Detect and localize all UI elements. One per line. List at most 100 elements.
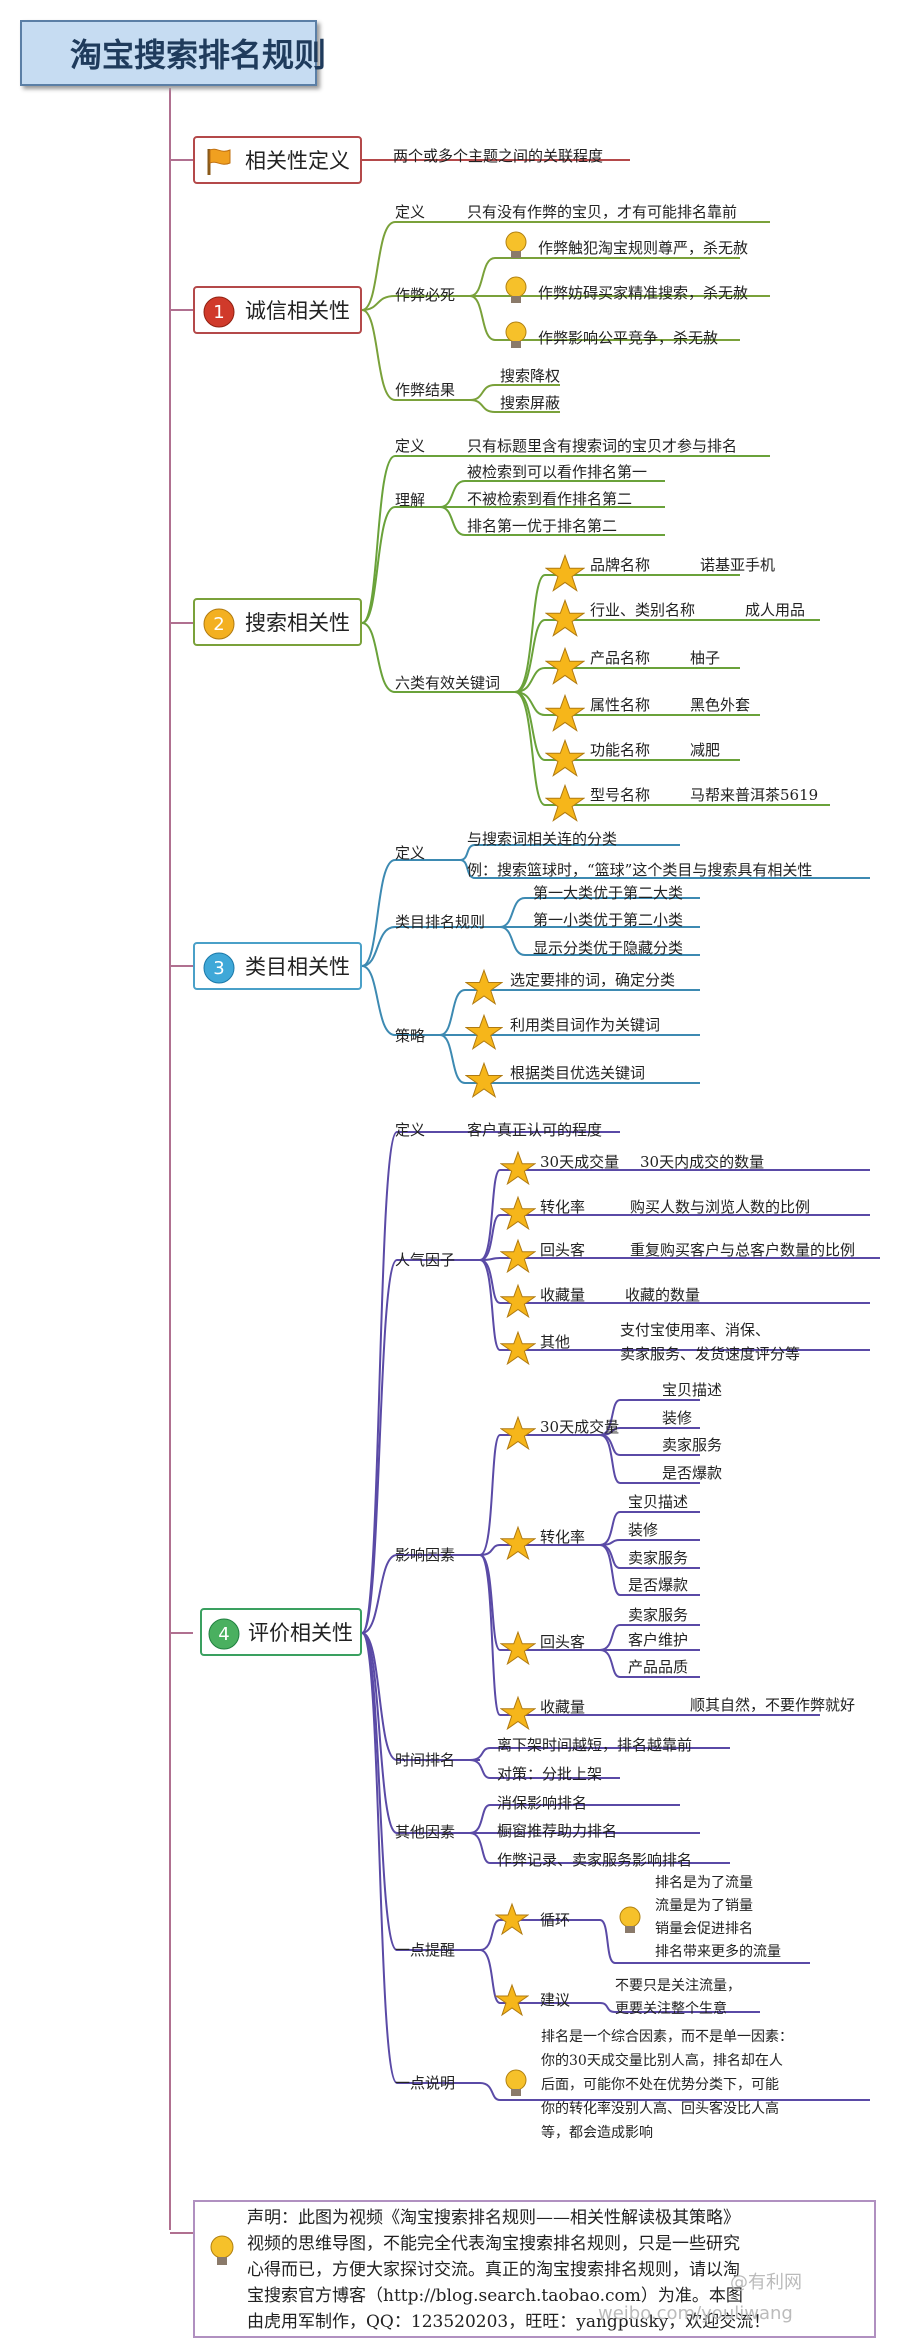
b3-strategy-item: 根据类目优选关键词 <box>510 1064 646 1082</box>
b4-other-key: 其他因素 <box>395 1823 456 1841</box>
branch-evaluation-relevance: 4 评价相关性 <box>200 1608 362 1656</box>
b1-def-key: 定义 <box>395 203 426 221</box>
b1-result-key: 作弊结果 <box>395 381 456 399</box>
branch-search-relevance: 2 搜索相关性 <box>193 598 362 646</box>
b4-influence-item: 是否爆款 <box>662 1464 723 1482</box>
b4-influence-factor: 30天成交量 <box>540 1418 620 1436</box>
b4-time-1: 对策：分批上架 <box>497 1765 603 1783</box>
star-icon <box>500 1150 536 1186</box>
b4-influence-item: 产品品质 <box>628 1658 689 1676</box>
b3-strategy-item: 利用类目词作为关键词 <box>510 1016 661 1034</box>
watermark-url: weibo.com/youliwang <box>598 2303 793 2324</box>
star-icon <box>465 1061 503 1099</box>
disclaimer-line: 心得而已，方便大家探讨交流。真正的淘宝搜索排名规则，请以淘 <box>247 2260 740 2280</box>
b4-popularity-desc: 重复购买客户与总客户数量的比例 <box>630 1241 856 1259</box>
b4-cycle-2: 销量会促进排名 <box>655 1921 753 1937</box>
b4-pop-key: 人气因子 <box>395 1251 456 1269</box>
b1-cheat-key: 作弊必死 <box>395 286 456 304</box>
branch-category-relevance: 3 类目相关性 <box>193 942 362 990</box>
lightbulb-icon <box>210 2235 234 2265</box>
b4-influence-item: 卖家服务 <box>662 1436 723 1454</box>
b2-def-value: 只有标题里含有搜索词的宝贝才参与排名 <box>467 437 738 455</box>
b4-explain-0: 排名是一个综合因素，而不是单一因素： <box>541 2029 793 2045</box>
star-icon <box>495 1983 529 2017</box>
b4-influence-factor: 收藏量 <box>540 1698 586 1716</box>
b2-und-1: 不被检索到看作排名第二 <box>467 490 633 508</box>
star-icon <box>495 1902 529 1936</box>
star-icon <box>545 553 585 592</box>
lightbulb-icon <box>505 321 527 348</box>
b4-advice-1: 更要关注整个生意 <box>615 2001 727 2017</box>
b4-other-2: 作弊记录、卖家服务影响排名 <box>497 1851 693 1869</box>
star-icon <box>500 1195 536 1231</box>
disclaimer-line: 视频的思维导图，不能完全代表淘宝搜索排名规则，只是一些研究 <box>247 2234 740 2254</box>
b2-keyword-example: 减肥 <box>690 741 721 759</box>
svg-text:3: 3 <box>213 958 224 979</box>
star-icon <box>545 738 585 777</box>
b4-cycle-0: 排名是为了流量 <box>655 1875 753 1891</box>
b2-kw-key: 六类有效关键词 <box>395 674 501 692</box>
b2-keyword-type: 属性名称 <box>590 696 651 714</box>
b4-popularity-factor: 收藏量 <box>540 1286 586 1304</box>
disclaimer-line: 声明：此图为视频《淘宝搜索排名规则——相关性解读极其策略》 <box>247 2208 740 2228</box>
number-two-icon: 2 <box>203 608 235 640</box>
star-icon <box>500 1525 536 1561</box>
lightbulb-icon <box>505 276 527 303</box>
b2-keyword-example: 黑色外套 <box>690 696 751 714</box>
branch-label: 诚信相关性 <box>245 299 350 323</box>
b3-rank-1: 第一小类优于第二小类 <box>533 911 684 929</box>
b4-popularity-factor: 30天成交量 <box>540 1153 620 1171</box>
b4-other-0: 消保影响排名 <box>497 1794 588 1812</box>
b4-inf-key: 影响因素 <box>395 1546 456 1564</box>
b4-explain-4: 等，都会造成影响 <box>541 2125 653 2141</box>
b2-keyword-type: 品牌名称 <box>590 556 651 574</box>
b4-popularity-factor: 转化率 <box>540 1198 586 1216</box>
b1-cheat-2: 作弊影响公平竞争，杀无赦 <box>538 329 719 347</box>
b4-def-value: 客户真正认可的程度 <box>467 1121 603 1139</box>
b4-explain-1: 你的30天成交量比别人高，排名却在人 <box>541 2053 783 2069</box>
star-icon <box>500 1695 536 1731</box>
branch-label: 类目相关性 <box>245 955 350 979</box>
star-icon <box>545 646 585 685</box>
b3-rank-key: 类目排名规则 <box>395 913 486 931</box>
number-three-icon: 3 <box>203 952 235 984</box>
b4-tip-key: 一点提醒 <box>395 1941 456 1959</box>
b3-def-key: 定义 <box>395 844 426 862</box>
b2-keyword-type: 型号名称 <box>590 786 651 804</box>
lightbulb-icon <box>619 1906 641 1933</box>
star-icon <box>500 1630 536 1666</box>
b4-advice-0: 不要只是关注流量， <box>615 1978 741 1994</box>
watermark-handle: @有利网 <box>730 2272 802 2293</box>
page-title: 淘宝搜索排名规则 <box>70 36 327 74</box>
flag-icon <box>207 148 231 175</box>
b2-und-2: 排名第一优于排名第二 <box>467 517 618 535</box>
b4-explain-key: 一点说明 <box>395 2074 456 2092</box>
b2-keyword-type: 产品名称 <box>590 649 651 667</box>
b4-influence-factor: 回头客 <box>540 1633 586 1651</box>
branch-label: 搜索相关性 <box>245 611 350 635</box>
branch-relevance-definition: 相关性定义 <box>193 136 362 184</box>
b4-influence-item: 客户维护 <box>628 1631 689 1649</box>
svg-text:1: 1 <box>213 302 224 323</box>
b4-cycle-key: 循环 <box>540 1911 571 1929</box>
b1-cheat-1: 作弊妨碍买家精准搜索，杀无赦 <box>538 284 749 302</box>
b4-popularity-desc: 收藏的数量 <box>625 1286 701 1304</box>
b4-popularity-factor: 回头客 <box>540 1241 586 1259</box>
b2-keyword-example: 马帮来普洱茶5619 <box>690 786 819 804</box>
svg-text:2: 2 <box>213 614 224 635</box>
b2-keyword-example: 柚子 <box>690 649 721 667</box>
number-one-icon: 1 <box>203 296 235 328</box>
b4-cycle-1: 流量是为了销量 <box>655 1898 753 1914</box>
star-icon <box>500 1238 536 1274</box>
b3-def-1: 例：搜索篮球时，“篮球”这个类目与搜索具有相关性 <box>467 861 813 879</box>
b4-def-key: 定义 <box>395 1121 426 1139</box>
b4-popularity-desc: 支付宝使用率、消保、 <box>620 1321 771 1339</box>
b4-other-1: 橱窗推荐助力排名 <box>497 1822 618 1840</box>
star-icon <box>545 693 585 732</box>
b4-influence-item: 卖家服务 <box>628 1549 689 1567</box>
b4-cycle-3: 排名带来更多的流量 <box>655 1944 781 1960</box>
star-icon <box>500 1330 536 1366</box>
b4-advice-key: 建议 <box>540 1991 571 2009</box>
b1-def-value: 只有没有作弊的宝贝，才有可能排名靠前 <box>467 203 738 221</box>
b2-und-key: 理解 <box>395 491 426 509</box>
